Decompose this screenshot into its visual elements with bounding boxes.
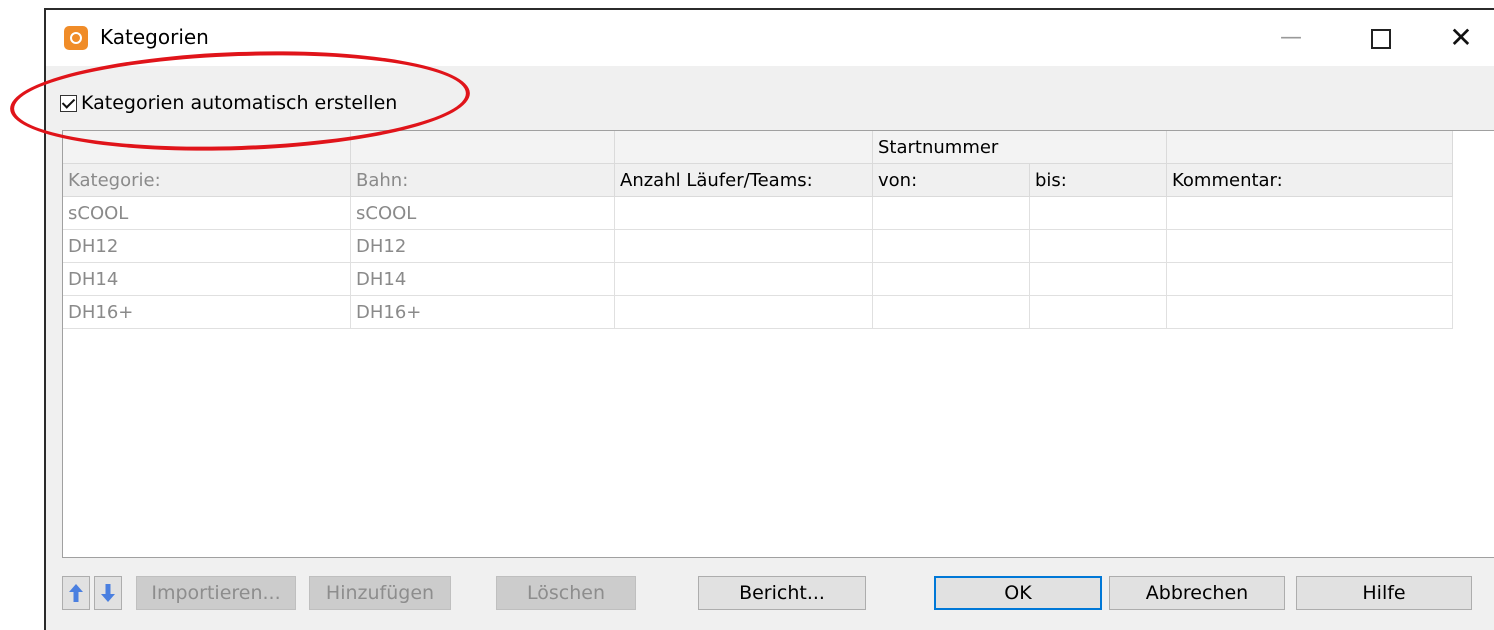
cell-von[interactable]	[873, 197, 1030, 230]
move-up-button[interactable]	[62, 576, 90, 610]
cell-kategorie[interactable]: sCOOL	[63, 197, 351, 230]
group-header-empty	[351, 131, 615, 164]
close-button[interactable]: ✕	[1436, 18, 1486, 58]
table-row[interactable]: DH16+ DH16+	[63, 296, 1453, 329]
help-button[interactable]: Hilfe	[1296, 576, 1472, 610]
cell-anzahl[interactable]	[615, 263, 873, 296]
cell-bis[interactable]	[1030, 230, 1167, 263]
cell-von[interactable]	[873, 296, 1030, 329]
cell-bis[interactable]	[1030, 263, 1167, 296]
group-header-empty	[1167, 131, 1453, 164]
column-header-bis[interactable]: bis:	[1030, 164, 1167, 197]
column-header-anzahl[interactable]: Anzahl Läufer/Teams:	[615, 164, 873, 197]
cell-bahn[interactable]: DH12	[351, 230, 615, 263]
column-header-von[interactable]: von:	[873, 164, 1030, 197]
group-header-empty	[63, 131, 351, 164]
cell-bahn[interactable]: sCOOL	[351, 197, 615, 230]
report-button[interactable]: Bericht...	[698, 576, 866, 610]
delete-button[interactable]: Löschen	[496, 576, 636, 610]
cell-kategorie[interactable]: DH14	[63, 263, 351, 296]
cell-anzahl[interactable]	[615, 230, 873, 263]
cell-kommentar[interactable]	[1167, 296, 1453, 329]
import-button[interactable]: Importieren...	[136, 576, 296, 610]
cell-anzahl[interactable]	[615, 197, 873, 230]
table-column-header-row: Kategorie: Bahn: Anzahl Läufer/Teams: vo…	[63, 164, 1453, 197]
column-header-kategorie[interactable]: Kategorie:	[63, 164, 351, 197]
maximize-button[interactable]	[1356, 18, 1406, 58]
cell-bis[interactable]	[1030, 296, 1167, 329]
add-button[interactable]: Hinzufügen	[309, 576, 451, 610]
cell-kommentar[interactable]	[1167, 263, 1453, 296]
categories-dialog: Kategorien — ✕ Kategorien automatisch er…	[44, 8, 1494, 630]
auto-create-option[interactable]: Kategorien automatisch erstellen	[60, 90, 397, 116]
cell-kommentar[interactable]	[1167, 230, 1453, 263]
maximize-icon	[1371, 29, 1391, 49]
table-row[interactable]: DH14 DH14	[63, 263, 1453, 296]
cell-kategorie[interactable]: DH12	[63, 230, 351, 263]
cell-von[interactable]	[873, 230, 1030, 263]
title-bar: Kategorien — ✕	[46, 10, 1494, 66]
arrow-up-icon	[69, 584, 83, 602]
auto-create-checkbox[interactable]	[60, 94, 77, 112]
table-row[interactable]: DH12 DH12	[63, 230, 1453, 263]
cell-von[interactable]	[873, 263, 1030, 296]
cell-kategorie[interactable]: DH16+	[63, 296, 351, 329]
window-title: Kategorien	[100, 25, 209, 49]
cancel-button[interactable]: Abbrechen	[1109, 576, 1285, 610]
table-row[interactable]: sCOOL sCOOL	[63, 197, 1453, 230]
cell-kommentar[interactable]	[1167, 197, 1453, 230]
column-header-kommentar[interactable]: Kommentar:	[1167, 164, 1453, 197]
cell-bahn[interactable]: DH14	[351, 263, 615, 296]
arrow-down-icon	[101, 584, 115, 602]
cell-bahn[interactable]: DH16+	[351, 296, 615, 329]
move-down-button[interactable]	[94, 576, 122, 610]
minimize-button[interactable]: —	[1266, 18, 1316, 58]
group-header-empty	[615, 131, 873, 164]
ok-button[interactable]: OK	[934, 576, 1102, 610]
column-header-bahn[interactable]: Bahn:	[351, 164, 615, 197]
button-bar: Importieren... Hinzufügen Löschen Berich…	[62, 576, 1494, 610]
group-header-startnummer: Startnummer	[873, 131, 1167, 164]
auto-create-label: Kategorien automatisch erstellen	[81, 92, 398, 114]
cell-bis[interactable]	[1030, 197, 1167, 230]
categories-table: Startnummer Kategorie: Bahn: Anzahl Läuf…	[62, 130, 1494, 558]
cell-anzahl[interactable]	[615, 296, 873, 329]
table-group-header-row: Startnummer	[63, 131, 1453, 164]
app-logo-icon	[64, 26, 88, 50]
